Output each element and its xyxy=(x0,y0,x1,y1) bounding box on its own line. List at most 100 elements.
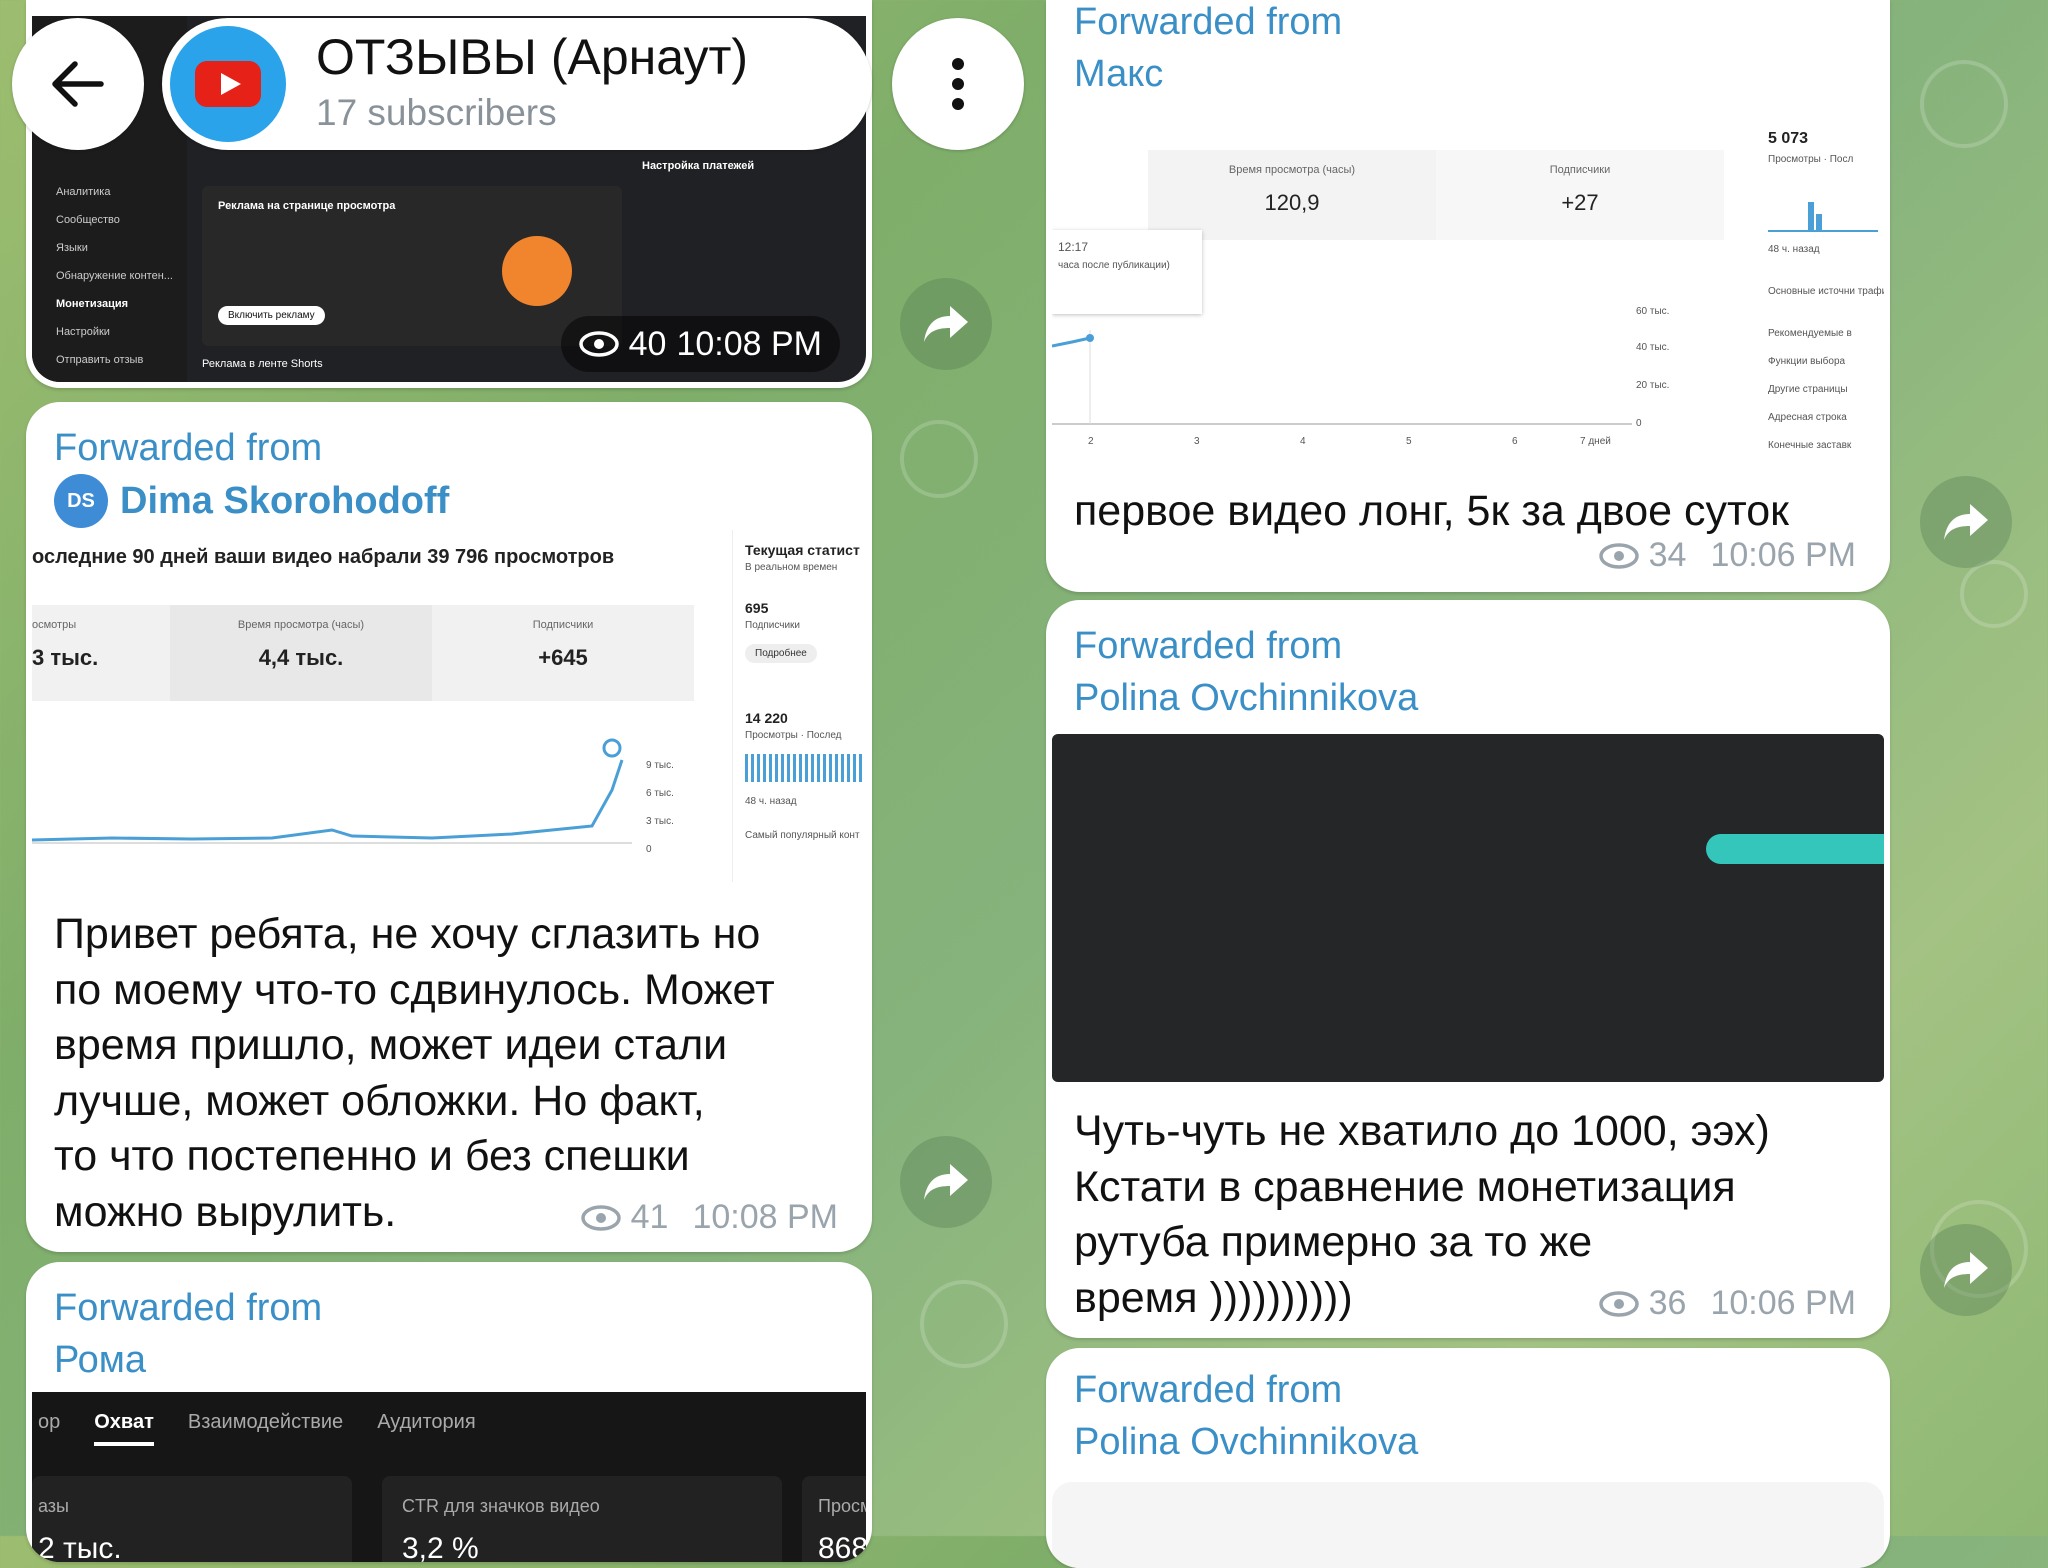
bg-doodle xyxy=(1960,560,2028,628)
stat-card: Подписчики +645 xyxy=(432,605,694,701)
message-meta: 34 10:06 PM xyxy=(1598,536,1856,575)
progress-bar xyxy=(1706,834,1884,864)
shot-text: Подписчики xyxy=(745,620,801,631)
share-button[interactable] xyxy=(900,1136,992,1228)
message-time: 10:08 PM xyxy=(692,1198,838,1236)
shot-menu-item: Настройки xyxy=(56,326,110,338)
stat-card: Время просмотра (часы) 120,9 xyxy=(1148,150,1436,240)
message-bubble[interactable]: Forwarded from Макс Время просмотра (час… xyxy=(1046,0,1890,592)
x-tick: 7 дней xyxy=(1580,436,1611,447)
shot-menu-item: Монетизация xyxy=(56,298,129,310)
stat-label: Время просмотра (часы) xyxy=(1228,164,1356,176)
shot-button: Подробнее xyxy=(745,644,817,663)
tooltip-time: 12:17 xyxy=(1058,240,1089,254)
stat-label: азы xyxy=(38,1496,69,1516)
stat-label: Просм xyxy=(818,1496,866,1516)
stat-value: 2 тыс. xyxy=(38,1532,122,1562)
stat-label: CTR для значков видео xyxy=(402,1496,600,1516)
stat-label: Подписчики xyxy=(1549,164,1611,176)
forwarded-sender[interactable]: Макс xyxy=(1046,48,1890,100)
stat-value: 4,4 тыс. xyxy=(258,645,344,670)
photo-meta: 40 10:08 PM xyxy=(560,316,840,372)
stat-value: +645 xyxy=(538,645,588,670)
shot-text: Функции выбора xyxy=(1768,356,1846,367)
share-arrow-icon xyxy=(1944,1252,1988,1288)
shot-text: Основные источни трафика xyxy=(1768,286,1884,297)
right-chat-column: Forwarded from Макс Время просмотра (час… xyxy=(1046,0,1890,1568)
message-photo[interactable]: Время просмотра (часы) 120,9 Подписчики … xyxy=(1052,110,1884,460)
stat-card: азы 2 тыс. xyxy=(32,1476,352,1562)
view-count: 36 xyxy=(1648,1284,1687,1322)
message-time: 10:06 PM xyxy=(1710,1284,1856,1322)
message-photo[interactable] xyxy=(1052,1482,1884,1568)
shot-text: 48 ч. назад xyxy=(745,796,797,807)
share-button[interactable] xyxy=(1920,476,2012,568)
bg-doodle xyxy=(900,420,978,498)
message-bubble[interactable]: Forwarded from DS Dima Skorohodoff ослед… xyxy=(26,402,872,1252)
views-line-chart xyxy=(32,738,632,844)
x-tick: 6 xyxy=(1512,436,1518,447)
views-eye-icon xyxy=(580,1204,621,1231)
more-options-button[interactable] xyxy=(892,18,1024,150)
shot-menu-item: Обнаружение контен... xyxy=(56,270,173,282)
sender-name: Dima Skorohodoff xyxy=(120,480,450,522)
shot-text: 695 xyxy=(745,600,769,616)
message-bubble[interactable]: Forwarded from Рома ор Охват Взаимодейст… xyxy=(26,1262,872,1562)
forwarded-sender[interactable]: Polina Ovchinnikova xyxy=(1046,672,1890,724)
stat-card: осмотры 3 тыс. xyxy=(32,605,170,701)
mascot-illustration xyxy=(502,236,572,306)
shot-menu-item: Аналитика xyxy=(56,186,111,198)
y-tick: 3 тыс. xyxy=(646,816,674,827)
shot-text: 5 073 xyxy=(1768,130,1809,147)
shot-tab: Взаимодействие xyxy=(187,1410,344,1433)
stat-card: Просм 868 xyxy=(802,1476,866,1562)
shot-tabs: ор Охват Взаимодействие Аудитория xyxy=(32,1392,866,1452)
view-count: 41 xyxy=(630,1198,669,1236)
mini-bar-chart xyxy=(745,754,863,782)
forwarded-label: Forwarded from xyxy=(1074,625,1343,667)
channel-header[interactable]: ОТЗЫВЫ (Арнаут) 17 subscribers xyxy=(162,18,872,150)
message-meta: 41 10:08 PM xyxy=(580,1198,838,1237)
message-photo[interactable] xyxy=(1052,734,1884,1082)
shot-text: Настройка платежей xyxy=(642,160,755,172)
share-button[interactable] xyxy=(1920,1224,2012,1316)
forwarded-label: Forwarded from xyxy=(54,427,323,469)
message-photo[interactable]: оследние 90 дней ваши видео набрали 39 7… xyxy=(32,530,866,882)
shot-side-panel: 5 073 Просмотры · Посл 48 ч. назад Основ… xyxy=(1762,110,1884,460)
share-arrow-icon xyxy=(924,1164,968,1200)
channel-title: ОТЗЫВЫ (Арнаут) xyxy=(316,29,749,85)
shot-tab-active: Охват xyxy=(94,1411,154,1446)
shot-text: Рекомендуемые в xyxy=(1768,328,1852,339)
stat-card: CTR для значков видео 3,2 % xyxy=(382,1476,782,1562)
forwarded-label: Forwarded from xyxy=(1074,1369,1343,1411)
left-chat-column: Аналитика Сообщество Языки Обнаружение к… xyxy=(26,0,872,1562)
x-tick: 4 xyxy=(1300,436,1306,447)
forwarded-sender[interactable]: Рома xyxy=(26,1334,872,1386)
y-tick: 6 тыс. xyxy=(646,788,674,799)
stat-card: Время просмотра (часы) 4,4 тыс. xyxy=(170,605,432,701)
more-vertical-icon xyxy=(952,58,964,110)
shot-card: Реклама на странице просмотра Включить р… xyxy=(202,186,622,346)
views-eye-icon xyxy=(1598,1290,1639,1317)
shot-text: В реальном времен xyxy=(745,562,838,573)
forwarded-sender[interactable]: Polina Ovchinnikova xyxy=(1046,1416,1890,1468)
stat-value: 3,2 % xyxy=(402,1532,479,1562)
back-button[interactable] xyxy=(12,18,144,150)
message-photo[interactable]: ор Охват Взаимодействие Аудитория азы 2 … xyxy=(32,1392,866,1562)
sender-avatar: DS xyxy=(54,474,108,528)
shot-text: Адресная строка xyxy=(1768,412,1847,423)
views-eye-icon xyxy=(578,331,619,357)
message-time: 10:06 PM xyxy=(1710,536,1856,574)
y-tick: 9 тыс. xyxy=(646,760,674,771)
shot-menu-item: Языки xyxy=(56,242,88,254)
share-button[interactable] xyxy=(900,278,992,370)
message-meta: 36 10:06 PM xyxy=(1598,1284,1856,1323)
message-bubble[interactable]: Forwarded from Polina Ovchinnikova Чуть-… xyxy=(1046,600,1890,1338)
y-tick: 0 xyxy=(646,844,652,855)
message-time: 10:08 PM xyxy=(676,324,822,363)
message-bubble[interactable]: Forwarded from Polina Ovchinnikova xyxy=(1046,1348,1890,1568)
bg-doodle xyxy=(920,1280,1008,1368)
view-count: 34 xyxy=(1648,536,1687,574)
x-tick: 5 xyxy=(1406,436,1412,447)
forwarded-sender[interactable]: DS Dima Skorohodoff xyxy=(26,474,872,528)
